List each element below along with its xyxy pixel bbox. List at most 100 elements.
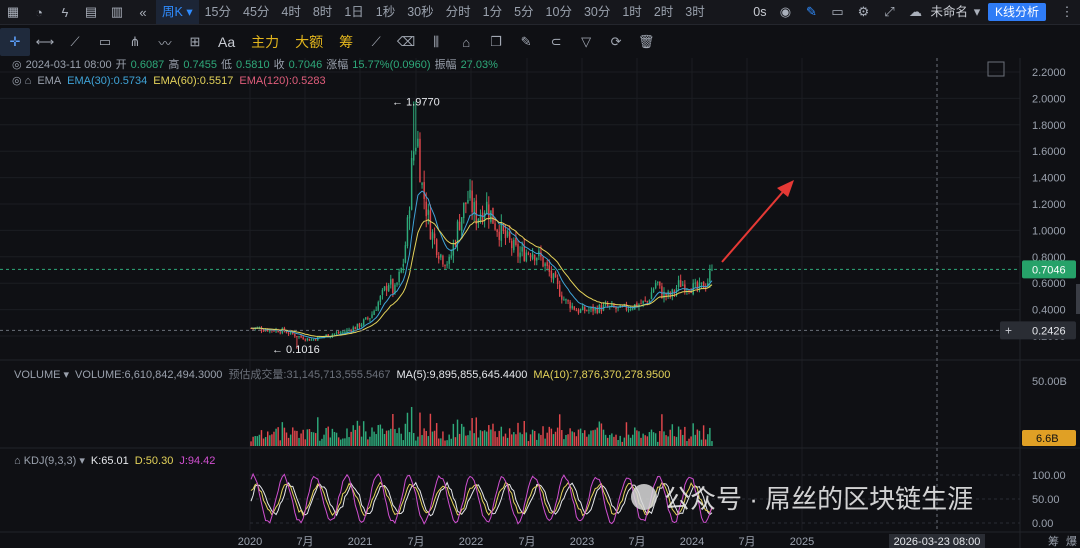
candle-body — [458, 221, 461, 230]
volume-bar — [485, 431, 488, 446]
volume-bar — [454, 437, 457, 446]
candle-body — [606, 304, 609, 307]
candle-body — [684, 284, 686, 292]
volume-bar — [561, 430, 563, 446]
candle-body — [546, 262, 548, 267]
amplitude-value: 27.03% — [461, 59, 499, 71]
volume-bar — [623, 437, 626, 446]
candle-body — [698, 282, 701, 290]
volume-bar — [271, 434, 273, 446]
candle-body — [494, 223, 496, 230]
volume-bar — [667, 436, 669, 446]
candle-body — [702, 281, 705, 289]
volume-label: VOLUME ▾ — [14, 369, 70, 381]
volume-bar — [431, 431, 434, 446]
candle-body — [654, 283, 657, 289]
chart-canvas[interactable]: 2.2000 2.0000 1.8000 1.6000 1.4000 1.2000 1.00… — [0, 0, 1080, 548]
volume-bar — [692, 423, 694, 446]
volume-bar — [269, 435, 271, 446]
volume-bar — [588, 434, 590, 446]
candle-body — [435, 239, 438, 256]
crosshair-date-label: 2026-03-23 08:00 — [894, 536, 981, 548]
volume-bar — [654, 433, 657, 446]
candle-body — [306, 338, 309, 340]
candle-body — [385, 285, 388, 291]
candle-body — [563, 299, 565, 301]
volume-bar — [523, 420, 525, 446]
volume-bar — [527, 441, 530, 446]
candle-body — [460, 217, 463, 232]
right-scroll-handle[interactable] — [1076, 284, 1080, 314]
volume-bar — [300, 433, 302, 446]
candle-body — [485, 201, 488, 214]
candle-body — [465, 202, 467, 205]
candle-body — [287, 332, 290, 334]
candle-body — [615, 307, 617, 309]
close-value: 0.7046 — [289, 59, 323, 71]
volume-bar — [550, 428, 553, 446]
candle-body — [519, 252, 521, 258]
volume-bar — [517, 422, 519, 446]
ema30-value: EMA(30):0.5734 — [67, 75, 147, 87]
volume-bar — [650, 429, 653, 446]
volume-bar — [427, 436, 430, 446]
candle-body — [581, 306, 584, 311]
volume-bar — [277, 427, 279, 446]
candle-body — [419, 138, 421, 183]
volume-bar — [419, 412, 421, 446]
volume-bar — [631, 434, 634, 446]
volume-bar — [264, 437, 267, 446]
volume-bar — [442, 431, 444, 446]
volume-bar — [652, 432, 655, 446]
volume-bar — [477, 437, 480, 446]
volume-bar — [314, 433, 317, 446]
candle-body — [446, 264, 448, 266]
time-tick-label: 7月 — [407, 536, 424, 548]
volume-bar — [266, 431, 269, 446]
volume-bar — [552, 434, 555, 446]
volume-bar — [369, 436, 371, 446]
candle-body — [627, 309, 630, 311]
time-tick-label: 7月 — [628, 536, 645, 548]
volume-bar — [490, 429, 492, 446]
volume-bar — [627, 434, 630, 446]
candle-body — [383, 286, 386, 291]
candle-body — [302, 337, 304, 340]
volume-bar — [344, 438, 346, 446]
candle-body — [392, 279, 394, 294]
candle-body — [536, 257, 538, 261]
candle-body — [588, 309, 590, 311]
trend-arrow-line — [721, 185, 789, 263]
kdj-axis-label: 0.00 — [1032, 518, 1053, 530]
candle-body — [400, 268, 402, 273]
volume-bar — [400, 433, 402, 446]
price-tick-label: 1.0000 — [1032, 225, 1066, 237]
candle-body — [542, 256, 544, 267]
candle-body — [375, 309, 377, 311]
candle-body — [440, 254, 442, 258]
candle-body — [262, 330, 265, 332]
volume-bar — [500, 426, 503, 446]
candle-body — [365, 317, 367, 320]
volume-bar — [577, 429, 580, 446]
volume-bar — [613, 436, 615, 446]
volume-bar — [279, 440, 281, 446]
volume-bar — [494, 431, 496, 446]
volume-bar — [450, 438, 452, 446]
candle-body — [565, 299, 567, 301]
ema-label: EMA — [37, 75, 62, 87]
change-value: 15.77%(0.0960) — [352, 59, 430, 71]
volume-bar — [604, 434, 607, 446]
volume-bar — [590, 430, 592, 446]
volume-bar — [398, 427, 400, 446]
volume-bar — [260, 430, 263, 446]
candle-body — [521, 246, 523, 252]
volume-current-label: 6.6B — [1036, 433, 1059, 445]
candle-body — [577, 309, 580, 314]
candle-body — [500, 222, 503, 241]
volume-bar — [617, 439, 619, 446]
change-label: 涨幅 — [326, 58, 348, 71]
time-tick-label: 2025 — [790, 536, 814, 548]
volume-bar — [606, 437, 609, 446]
volume-bar — [471, 418, 473, 446]
